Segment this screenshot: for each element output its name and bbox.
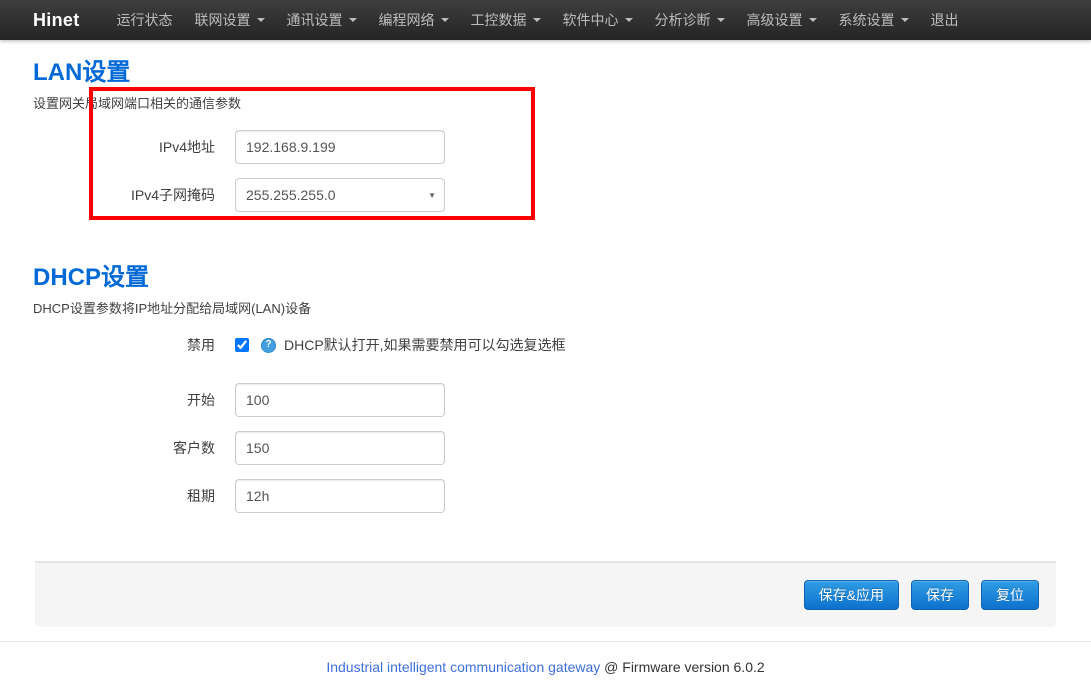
- dhcp-disable-checkbox[interactable]: [235, 338, 249, 352]
- nav-item-label: 分析诊断: [655, 10, 711, 30]
- dhcp-limit-row: 客户数: [33, 431, 1058, 465]
- save-button[interactable]: 保存: [911, 580, 969, 610]
- chevron-down-icon: [257, 18, 265, 22]
- ipv4-netmask-select-wrap: 255.255.255.0 ▼: [235, 178, 445, 212]
- nav-item-programming-network[interactable]: 编程网络: [368, 0, 460, 40]
- lan-section-title: LAN设置: [33, 59, 1058, 87]
- nav-item-advanced-settings[interactable]: 高级设置: [736, 0, 828, 40]
- page-footer: Industrial intelligent communication gat…: [0, 642, 1091, 692]
- nav-item-network-settings[interactable]: 联网设置: [184, 0, 276, 40]
- dhcp-section: DHCP设置 DHCP设置参数将IP地址分配给局域网(LAN)设备 禁用 ? D…: [33, 264, 1058, 513]
- reset-button[interactable]: 复位: [981, 580, 1039, 610]
- action-bar: 保存&应用 保存 复位: [35, 561, 1056, 627]
- ipv4-address-input[interactable]: [235, 130, 445, 164]
- dhcp-leasetime-input[interactable]: [235, 479, 445, 513]
- dhcp-disable-help-text: DHCP默认打开,如果需要禁用可以勾选复选框: [284, 335, 566, 355]
- nav-item-label: 编程网络: [379, 10, 435, 30]
- ipv4-netmask-row: IPv4子网掩码 255.255.255.0 ▼: [33, 178, 1058, 212]
- chevron-down-icon: [625, 18, 633, 22]
- dhcp-section-title: DHCP设置: [33, 264, 1058, 292]
- chevron-down-icon: [717, 18, 725, 22]
- dhcp-leasetime-row: 租期: [33, 479, 1058, 513]
- ipv4-address-row: IPv4地址: [33, 130, 1058, 164]
- dhcp-start-input[interactable]: [235, 383, 445, 417]
- dhcp-start-label: 开始: [33, 390, 215, 410]
- lan-section-description: 设置网关局域网端口相关的通信参数: [33, 93, 1058, 112]
- ipv4-address-label: IPv4地址: [33, 137, 215, 157]
- nav-item-logout[interactable]: 退出: [920, 0, 970, 40]
- chevron-down-icon: [809, 18, 817, 22]
- page-content: LAN设置 设置网关局域网端口相关的通信参数 IPv4地址 IPv4子网掩码 2…: [0, 59, 1091, 513]
- chevron-down-icon: [901, 18, 909, 22]
- footer-link[interactable]: Industrial intelligent communication gat…: [326, 659, 600, 675]
- question-mark-icon: ?: [261, 338, 276, 353]
- nav-item-label: 退出: [931, 10, 959, 30]
- nav-item-label: 通讯设置: [287, 10, 343, 30]
- dhcp-limit-input[interactable]: [235, 431, 445, 465]
- chevron-down-icon: [349, 18, 357, 22]
- ipv4-netmask-select[interactable]: 255.255.255.0: [235, 178, 445, 212]
- nav-item-analysis-diagnosis[interactable]: 分析诊断: [644, 0, 736, 40]
- nav-item-software-center[interactable]: 软件中心: [552, 0, 644, 40]
- hinet-brand[interactable]: Hinet: [33, 10, 80, 31]
- lan-section: LAN设置 设置网关局域网端口相关的通信参数 IPv4地址 IPv4子网掩码 2…: [33, 59, 1058, 212]
- dhcp-disable-row: 禁用 ? DHCP默认打开,如果需要禁用可以勾选复选框: [33, 335, 1058, 355]
- dhcp-leasetime-label: 租期: [33, 486, 215, 506]
- ipv4-netmask-label: IPv4子网掩码: [33, 185, 215, 205]
- nav-item-system-settings[interactable]: 系统设置: [828, 0, 920, 40]
- nav-item-comm-settings[interactable]: 通讯设置: [276, 0, 368, 40]
- dhcp-disable-label: 禁用: [33, 335, 215, 355]
- nav-item-label: 运行状态: [117, 10, 173, 30]
- nav-item-label: 系统设置: [839, 10, 895, 30]
- dhcp-limit-label: 客户数: [33, 438, 215, 458]
- nav-item-running-status[interactable]: 运行状态: [106, 0, 184, 40]
- dhcp-section-description: DHCP设置参数将IP地址分配给局域网(LAN)设备: [33, 298, 1058, 317]
- nav-item-label: 联网设置: [195, 10, 251, 30]
- dhcp-start-row: 开始: [33, 383, 1058, 417]
- chevron-down-icon: [533, 18, 541, 22]
- chevron-down-icon: [441, 18, 449, 22]
- footer-firmware-text: @ Firmware version 6.0.2: [600, 659, 764, 675]
- main-menu: 运行状态 联网设置 通讯设置 编程网络 工控数据 软件中心 分析诊断 高级设置: [106, 0, 970, 40]
- nav-item-industrial-data[interactable]: 工控数据: [460, 0, 552, 40]
- nav-item-label: 软件中心: [563, 10, 619, 30]
- top-navbar: Hinet 运行状态 联网设置 通讯设置 编程网络 工控数据 软件中心 分析诊断: [0, 0, 1091, 40]
- nav-item-label: 高级设置: [747, 10, 803, 30]
- save-apply-button[interactable]: 保存&应用: [804, 580, 899, 610]
- nav-item-label: 工控数据: [471, 10, 527, 30]
